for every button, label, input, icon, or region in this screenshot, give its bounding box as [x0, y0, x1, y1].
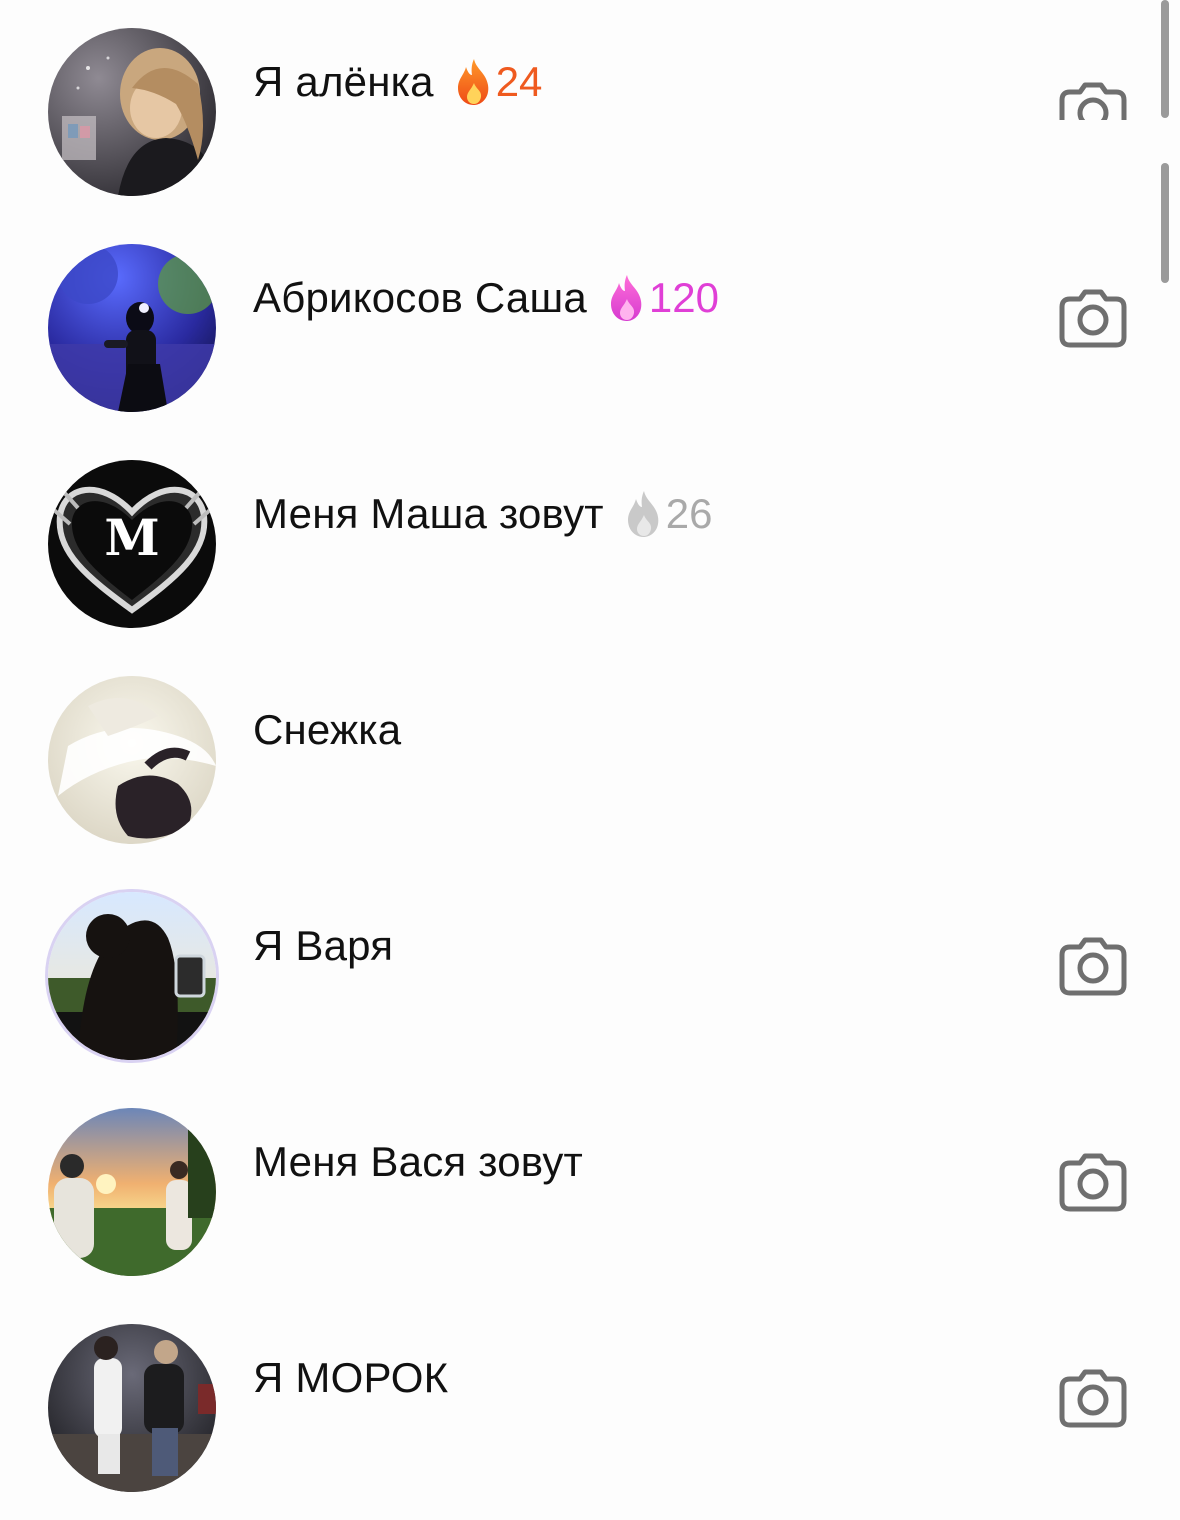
- fire-icon: [457, 59, 488, 105]
- avatar[interactable]: [48, 892, 216, 1060]
- name-line: Меня Вася зовут: [253, 1132, 583, 1192]
- name-line: Абрикосов Саша 120: [253, 268, 719, 328]
- streak-badge: 24: [452, 57, 543, 107]
- name-line: Снежка: [253, 700, 401, 760]
- streak-badge: 26: [622, 489, 713, 539]
- contact-name: Меня Вася зовут: [253, 1138, 583, 1185]
- camera-icon: [1059, 1369, 1127, 1428]
- chat-row-alenka[interactable]: Я алёнка 24: [0, 0, 1160, 216]
- chat-list-screen: Я алёнка 24 Абрикосов Саша 120 M Меня Ма…: [0, 0, 1180, 1520]
- camera-button[interactable]: [1058, 1151, 1128, 1213]
- contact-name: Меня Маша зовут: [253, 490, 604, 537]
- camera-icon: [1059, 289, 1127, 348]
- chat-row-morok[interactable]: Я МОРОК: [0, 1296, 1160, 1512]
- streak-badge: 120: [605, 273, 719, 323]
- avatar[interactable]: [48, 244, 216, 412]
- camera-icon: [1059, 937, 1127, 996]
- name-line: Меня Маша зовут 26: [253, 484, 712, 544]
- avatar[interactable]: [48, 676, 216, 844]
- streak-count: 120: [648, 274, 719, 321]
- avatar-letter: M: [104, 508, 159, 567]
- chat-row-snezhka[interactable]: Снежка: [0, 648, 1160, 864]
- contact-name: Абрикосов Саша: [253, 274, 587, 321]
- camera-button[interactable]: [1058, 935, 1128, 997]
- avatar-photo: [48, 1108, 216, 1276]
- camera-button[interactable]: [1058, 80, 1128, 120]
- camera-button[interactable]: [1058, 1367, 1128, 1429]
- fire-icon: [627, 491, 659, 537]
- streak-count: 24: [495, 58, 543, 105]
- avatar-photo: [48, 676, 216, 844]
- name-line: Я МОРОК: [253, 1348, 448, 1408]
- contact-name: Я МОРОК: [253, 1354, 449, 1401]
- chat-row-masha[interactable]: M Меня Маша зовут 26: [0, 432, 1160, 648]
- name-line: Я Варя: [253, 916, 393, 976]
- chat-list: Я алёнка 24 Абрикосов Саша 120 M Меня Ма…: [0, 0, 1180, 1520]
- chat-row-vasya[interactable]: Меня Вася зовут: [0, 1080, 1160, 1296]
- avatar-photo: [48, 892, 216, 1060]
- fire-icon: [610, 275, 642, 321]
- chat-row-varya[interactable]: Я Варя: [0, 864, 1160, 1080]
- avatar[interactable]: [48, 28, 216, 196]
- avatar[interactable]: M: [48, 460, 216, 628]
- avatar[interactable]: [48, 1108, 216, 1276]
- avatar-photo: M: [48, 460, 216, 628]
- contact-name: Снежка: [253, 706, 402, 753]
- avatar[interactable]: [48, 1324, 216, 1492]
- avatar-photo: [48, 244, 216, 412]
- streak-count: 26: [665, 490, 713, 537]
- contact-name: Я Варя: [253, 922, 394, 969]
- avatar-photo: [48, 28, 216, 196]
- camera-icon: [1059, 82, 1127, 120]
- contact-name: Я алёнка: [253, 58, 434, 105]
- avatar-photo: [48, 1324, 216, 1492]
- camera-button[interactable]: [1058, 287, 1128, 349]
- chat-row-sasha[interactable]: Абрикосов Саша 120: [0, 216, 1160, 432]
- camera-icon: [1059, 1153, 1127, 1212]
- name-line: Я алёнка 24: [253, 52, 542, 112]
